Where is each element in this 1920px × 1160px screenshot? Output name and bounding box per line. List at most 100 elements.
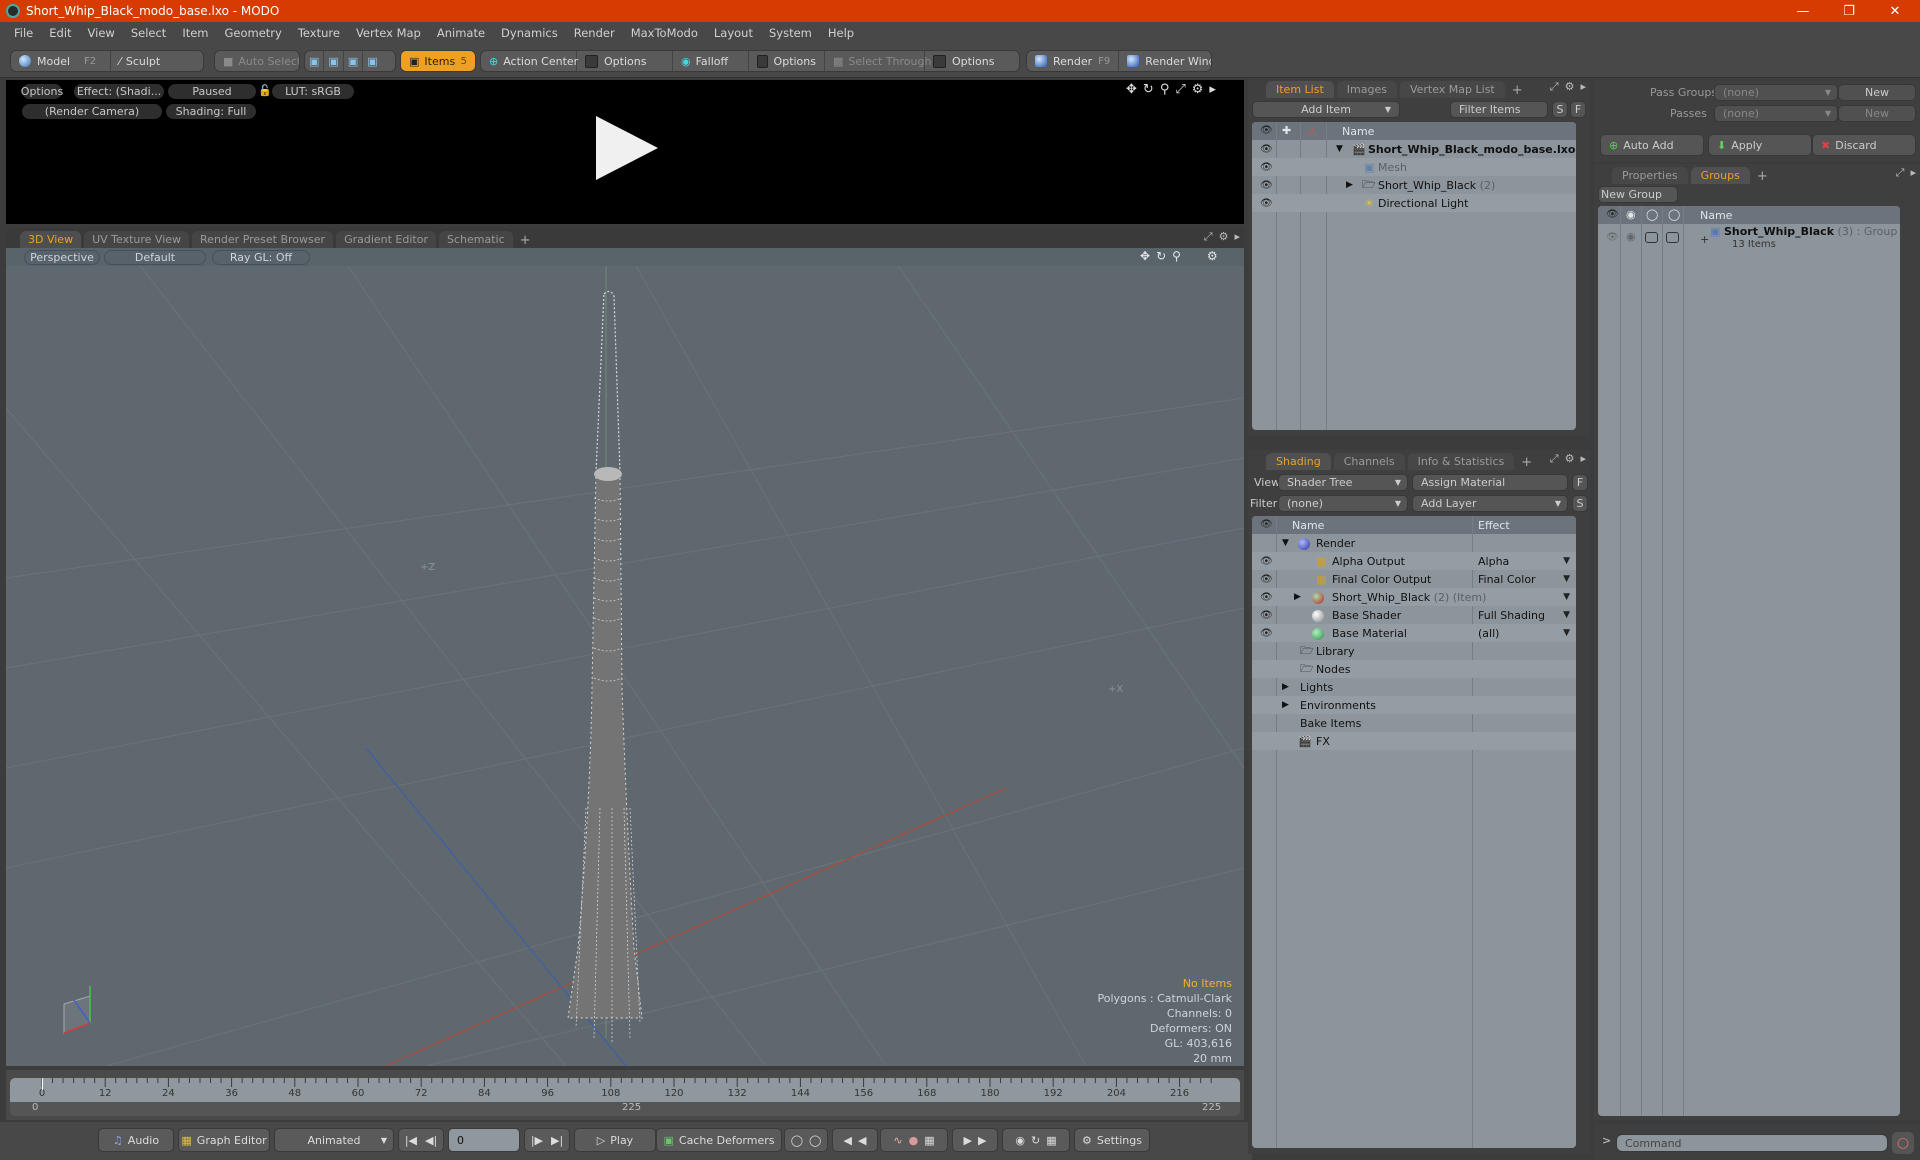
shader-row[interactable]: 👁 ▦ Alpha Output Alpha ▼ — [1252, 552, 1576, 570]
shader-row[interactable]: 🗁 Nodes — [1252, 660, 1576, 678]
auto-select-button[interactable]: ■ Auto Select — [214, 50, 300, 72]
effect-dropdown-icon[interactable]: ▼ — [1563, 574, 1570, 584]
curve-key-icon[interactable]: ∿ — [893, 1134, 902, 1147]
expand-arrow-icon[interactable]: ▶ — [1346, 180, 1353, 190]
rotate-icon[interactable]: ↻ — [1143, 82, 1154, 97]
gear-icon[interactable]: ⚙ — [1565, 452, 1575, 466]
gear-icon[interactable]: ⚙ — [1192, 82, 1204, 97]
visibility-toggle-icon[interactable]: 👁 — [1260, 180, 1273, 191]
item-row[interactable]: 👁 ▣ Mesh — [1252, 158, 1576, 176]
next-key-icon[interactable]: |▶ — [531, 1134, 543, 1147]
apply-button[interactable]: ⬇ Apply — [1708, 134, 1812, 156]
add-tab-button[interactable]: + — [516, 233, 535, 248]
action-center-button[interactable]: ⊕ Action Center — [481, 51, 578, 71]
lut-dropdown[interactable]: LUT: sRGB — [272, 84, 354, 99]
projection-dropdown[interactable]: Perspective — [24, 250, 100, 265]
cache-deformers-button[interactable]: ▣ Cache Deformers — [656, 1128, 782, 1152]
tab-groups[interactable]: Groups — [1690, 167, 1750, 184]
add-tab-button[interactable]: + — [1753, 169, 1772, 184]
visibility-toggle-icon[interactable]: 👁 — [1260, 144, 1273, 155]
shading-dropdown[interactable]: Shading: Full — [166, 104, 256, 119]
frame-input[interactable]: 0 — [448, 1128, 520, 1152]
first-keyframe-icon[interactable]: ◀ — [844, 1134, 852, 1147]
tab-properties[interactable]: Properties — [1612, 167, 1688, 184]
restore-button[interactable]: ❐ — [1826, 0, 1872, 22]
auto-add-button[interactable]: ⊕ Auto Add — [1600, 134, 1704, 156]
key-down-icon[interactable]: ◯ — [809, 1134, 821, 1147]
visibility-toggle-icon[interactable]: 👁 — [1260, 574, 1273, 585]
play-button[interactable]: ▷ Play — [574, 1128, 656, 1152]
vertices-mode-button[interactable]: ▣ — [305, 51, 325, 71]
timeline-range[interactable]: 0 225 225 — [10, 1102, 1240, 1116]
f-button[interactable]: F — [1572, 474, 1588, 491]
menu-texture[interactable]: Texture — [290, 26, 348, 40]
next-keyframe-icon[interactable]: ▶ — [964, 1134, 972, 1147]
assign-material-button[interactable]: Assign Material — [1412, 474, 1568, 491]
menu-geometry[interactable]: Geometry — [217, 26, 290, 40]
visibility-toggle-icon[interactable]: 👁 — [1260, 592, 1273, 603]
effect-dropdown-icon[interactable]: ▼ — [1563, 592, 1570, 602]
preview-status-button[interactable]: Paused — [168, 84, 256, 99]
maximize-icon[interactable]: ⤢ — [1204, 230, 1213, 244]
filter-items-input[interactable]: Filter Items — [1450, 101, 1548, 118]
menu-select[interactable]: Select — [123, 26, 174, 40]
menu-animate[interactable]: Animate — [429, 26, 493, 40]
record-key-icon[interactable]: ● — [909, 1134, 919, 1147]
key-all-icon[interactable]: ▦ — [924, 1134, 934, 1147]
auto-key-icon[interactable]: ◉ — [1015, 1134, 1025, 1147]
pan-icon[interactable]: ✥ — [1140, 249, 1150, 263]
tab-vertex-map-list[interactable]: Vertex Map List — [1399, 81, 1505, 98]
tab-gradient-editor[interactable]: Gradient Editor — [336, 231, 436, 248]
items-mode-button[interactable]: ▣ Items 5 — [400, 50, 476, 72]
zoom-icon[interactable]: ⚲ — [1160, 82, 1170, 97]
key-sel-icon[interactable]: ▦ — [1046, 1134, 1056, 1147]
shader-row[interactable]: ▶ Lights — [1252, 678, 1576, 696]
timeline-ruler[interactable]: 0 12 24 36 48 60 72 84 96 108 120 132 144 156 168 180 19… — [10, 1078, 1240, 1102]
add-tab-button[interactable]: + — [1508, 83, 1527, 98]
new-pass-button[interactable]: New — [1838, 105, 1916, 122]
expand-arrow-icon[interactable]: ▶ — [1282, 700, 1289, 710]
key-up-icon[interactable]: ◯ — [791, 1134, 803, 1147]
menu-vertex-map[interactable]: Vertex Map — [348, 26, 429, 40]
visibility-toggle-icon[interactable]: 👁 — [1260, 198, 1273, 209]
f-button[interactable]: F — [1570, 101, 1586, 118]
item-row[interactable]: 👁 ▼ 🎬 Short_Whip_Black_modo_base.lxo — [1252, 140, 1576, 158]
play-preview-icon[interactable] — [596, 116, 658, 180]
tab-shading[interactable]: Shading — [1266, 453, 1331, 470]
menu-item[interactable]: Item — [174, 26, 216, 40]
collapse-arrow-icon[interactable]: ▼ — [1282, 538, 1289, 548]
render-camera-dropdown[interactable]: (Render Camera) — [22, 104, 162, 119]
effect-dropdown-icon[interactable]: ▼ — [1563, 556, 1570, 566]
tab-uv-texture-view[interactable]: UV Texture View — [84, 231, 190, 248]
maximize-icon[interactable]: ⤢ — [1175, 82, 1185, 97]
action-center-options[interactable]: Options — [577, 51, 673, 71]
select-checkbox[interactable] — [1666, 232, 1679, 243]
shader-row[interactable]: 👁 Base Material (all) ▼ — [1252, 624, 1576, 642]
menu-render[interactable]: Render — [566, 26, 623, 40]
expand-arrow-icon[interactable]: ▸ — [1580, 80, 1586, 94]
add-layer-dropdown[interactable]: Add Layer ▼ — [1412, 495, 1568, 512]
passes-dropdown[interactable]: (none) ▼ — [1714, 105, 1838, 122]
visibility-toggle-icon[interactable]: 👁 — [1260, 628, 1273, 639]
graph-editor-button[interactable]: ▦ Graph Editor — [178, 1128, 270, 1152]
preview-effect-dropdown[interactable]: Effect: (Shadi... — [74, 84, 164, 99]
shader-row[interactable]: ▼ Render — [1252, 534, 1576, 552]
raygl-toggle[interactable]: Ray GL: Off — [212, 250, 310, 265]
render-toggle-icon[interactable]: ◉ — [1626, 230, 1636, 243]
menu-system[interactable]: System — [761, 26, 820, 40]
menu-view[interactable]: View — [80, 26, 123, 40]
shader-row[interactable]: 👁 Base Shader Full Shading ▼ — [1252, 606, 1576, 624]
polygons-mode-button[interactable]: ▣ — [344, 51, 364, 71]
shader-row[interactable]: 🗁 Library — [1252, 642, 1576, 660]
rotate-icon[interactable]: ↻ — [1156, 249, 1166, 263]
loop-icon[interactable]: ↻ — [1031, 1134, 1040, 1147]
go-to-end-icon[interactable]: ▶| — [551, 1134, 563, 1147]
menu-layout[interactable]: Layout — [706, 26, 761, 40]
playhead[interactable] — [42, 1078, 43, 1090]
menu-edit[interactable]: Edit — [41, 26, 79, 40]
zoom-icon[interactable]: ⚲ — [1172, 249, 1181, 263]
view-dropdown[interactable]: Shader Tree ▼ — [1278, 474, 1408, 491]
falloff-options[interactable]: Options — [749, 51, 825, 71]
settings-button[interactable]: ⚙ Settings — [1074, 1128, 1150, 1152]
effect-dropdown-icon[interactable]: ▼ — [1563, 628, 1570, 638]
